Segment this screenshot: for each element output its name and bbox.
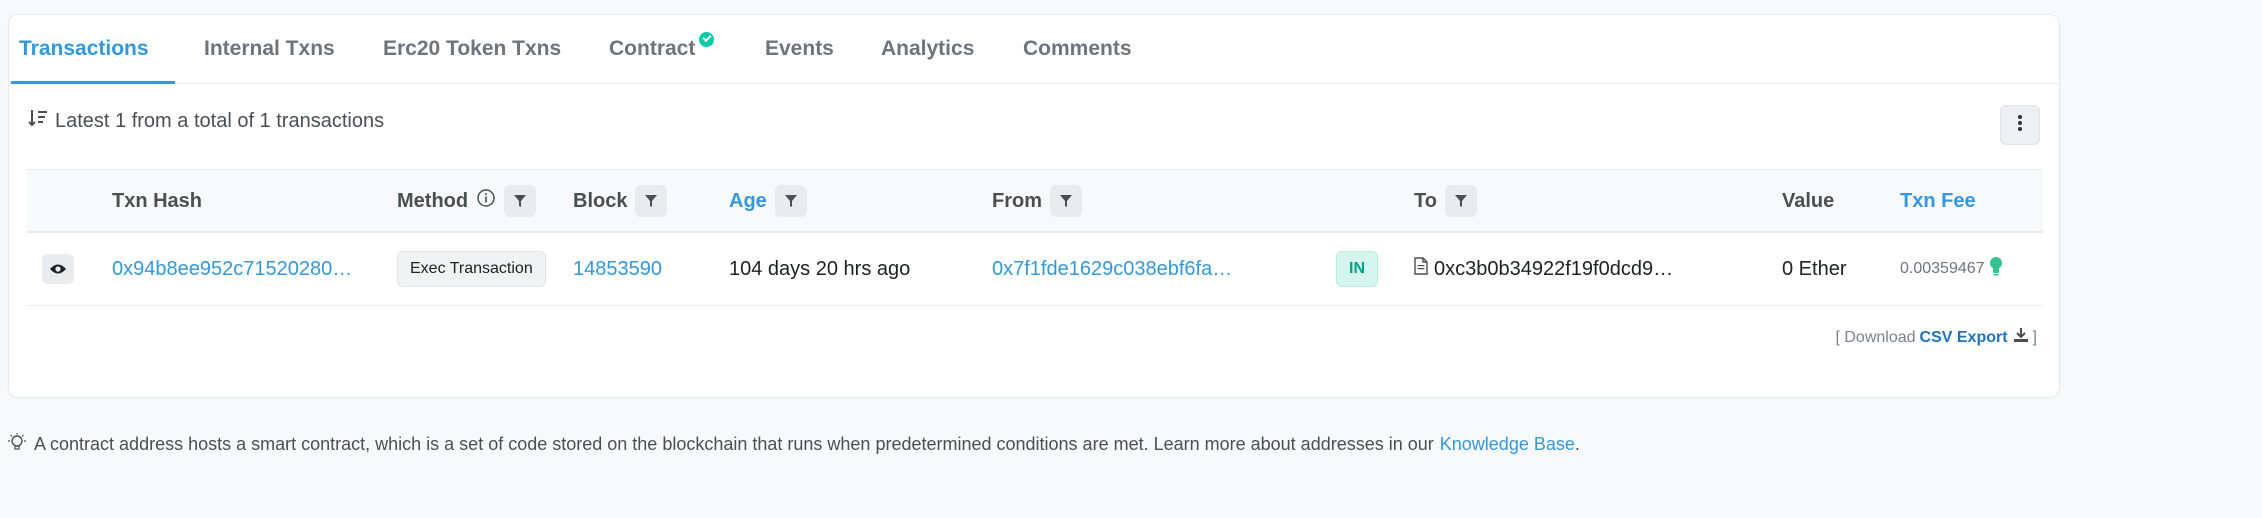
header-method: Method bbox=[397, 170, 537, 232]
footnote-end: . bbox=[1574, 434, 1580, 454]
tab-transactions[interactable]: Transactions bbox=[19, 15, 149, 83]
header-age[interactable]: Age bbox=[729, 170, 807, 232]
txn-fee-cell: 0.00359467 bbox=[1900, 233, 2003, 305]
filter-icon[interactable] bbox=[1050, 185, 1082, 217]
summary-text: Latest 1 from a total of 1 transactions bbox=[55, 109, 385, 132]
to-address-text[interactable]: 0xc3b0b34922f19f0dcd9… bbox=[1434, 258, 1673, 281]
table-header: Txn Hash Method Block Age From To Value … bbox=[27, 169, 2043, 233]
info-icon[interactable] bbox=[476, 188, 496, 214]
tab-label: Analytics bbox=[881, 37, 975, 60]
value-text: 0 Ether bbox=[1782, 257, 1847, 280]
to-cell: 0xc3b0b34922f19f0dcd9… bbox=[1414, 233, 1673, 305]
filter-icon[interactable] bbox=[774, 185, 807, 217]
export-prefix: [ Download bbox=[1835, 328, 1916, 346]
filter-icon[interactable] bbox=[504, 185, 537, 217]
sort-desc-icon[interactable] bbox=[27, 107, 49, 135]
tab-contract[interactable]: Contract bbox=[609, 15, 715, 83]
filter-icon[interactable] bbox=[635, 185, 668, 217]
age-cell: 104 days 20 hrs ago bbox=[729, 233, 910, 305]
check-circle-icon bbox=[699, 31, 715, 47]
from-cell: 0x7f1fde1629c038ebf6fa… bbox=[992, 233, 1232, 305]
kebab-menu-icon bbox=[2017, 114, 2023, 137]
tab-label: Internal Txns bbox=[204, 37, 335, 60]
table-row: 0x94b8ee952c71520280… Exec Transaction 1… bbox=[27, 233, 2043, 306]
lightbulb-icon[interactable] bbox=[1989, 256, 2003, 282]
contract-footnote: A contract address hosts a smart contrac… bbox=[6, 432, 1580, 457]
header-value: Value bbox=[1782, 189, 1835, 212]
block-link[interactable]: 14853590 bbox=[573, 258, 662, 281]
tab-internal-txns[interactable]: Internal Txns bbox=[204, 15, 335, 83]
header-txn-fee[interactable]: Txn Fee bbox=[1900, 170, 1976, 232]
csv-export-link[interactable]: CSV Export bbox=[1920, 327, 2029, 348]
view-details-cell bbox=[42, 233, 74, 305]
header-block: Block bbox=[573, 170, 668, 232]
download-icon bbox=[2013, 327, 2029, 348]
tab-label: Contract bbox=[609, 37, 696, 60]
tab-label: Transactions bbox=[19, 37, 149, 60]
txn-hash-cell: 0x94b8ee952c71520280… bbox=[112, 233, 352, 305]
footnote-text: A contract address hosts a smart contrac… bbox=[34, 434, 1434, 454]
lightbulb-icon bbox=[6, 432, 28, 457]
export-suffix: ] bbox=[2032, 328, 2037, 346]
header-txn-hash: Txn Hash bbox=[112, 189, 203, 212]
header-from: From bbox=[992, 170, 1082, 232]
knowledge-base-link[interactable]: Knowledge Base bbox=[1440, 434, 1575, 454]
more-options-button[interactable] bbox=[2000, 105, 2040, 145]
tab-label: Erc20 Token Txns bbox=[383, 37, 562, 60]
direction-badge: IN bbox=[1336, 251, 1378, 287]
csv-export-line: [ Download CSV Export ] bbox=[1835, 327, 2037, 348]
tab-analytics[interactable]: Analytics bbox=[881, 15, 974, 83]
filter-icon[interactable] bbox=[1444, 185, 1477, 217]
document-icon bbox=[1414, 257, 1428, 281]
tab-comments[interactable]: Comments bbox=[1023, 15, 1132, 83]
age-text: 104 days 20 hrs ago bbox=[729, 257, 911, 280]
tab-bar: Transactions Internal Txns Erc20 Token T… bbox=[9, 15, 2059, 84]
method-badge: Exec Transaction bbox=[397, 251, 546, 287]
value-cell: 0 Ether bbox=[1782, 233, 1846, 305]
transactions-card: Transactions Internal Txns Erc20 Token T… bbox=[8, 14, 2060, 398]
txn-hash-link[interactable]: 0x94b8ee952c71520280… bbox=[112, 258, 352, 281]
from-address-link[interactable]: 0x7f1fde1629c038ebf6fa… bbox=[992, 258, 1232, 281]
block-cell: 14853590 bbox=[573, 233, 662, 305]
header-to: To bbox=[1414, 170, 1477, 232]
transactions-summary: Latest 1 from a total of 1 transactions bbox=[27, 107, 384, 135]
direction-cell: IN bbox=[1336, 233, 1378, 305]
txn-fee-text: 0.00359467 bbox=[1900, 260, 1985, 277]
active-tab-indicator bbox=[11, 81, 175, 84]
method-cell: Exec Transaction bbox=[397, 233, 546, 305]
tab-erc20-token-txns[interactable]: Erc20 Token Txns bbox=[383, 15, 561, 83]
tab-label: Comments bbox=[1023, 37, 1132, 60]
csv-export-label: CSV Export bbox=[1919, 328, 2008, 346]
tab-label: Events bbox=[765, 37, 834, 60]
eye-icon[interactable] bbox=[42, 254, 74, 284]
tab-events[interactable]: Events bbox=[765, 15, 834, 83]
